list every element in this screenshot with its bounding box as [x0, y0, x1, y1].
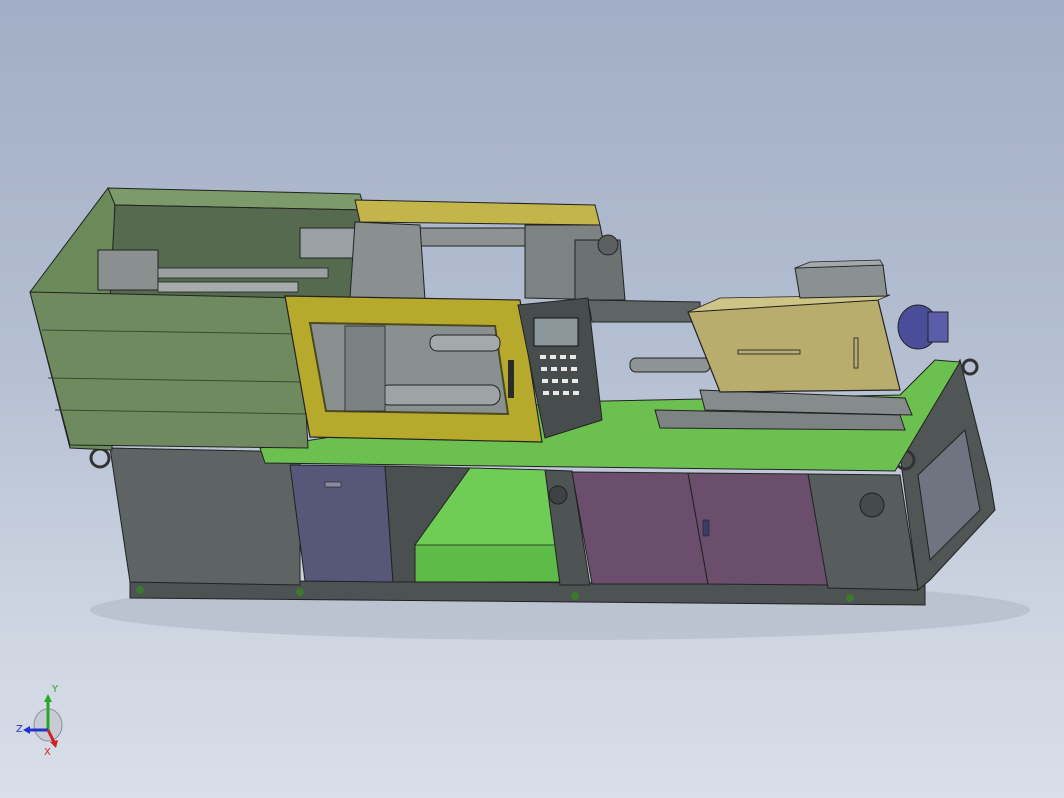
- guard-handle[interactable]: [508, 360, 514, 398]
- base-bolt: [296, 588, 304, 596]
- tie-bar-frame-top: [354, 199, 601, 226]
- injection-molding-machine-model[interactable]: [0, 0, 1064, 798]
- column-hole: [548, 485, 568, 505]
- hopper-box: [794, 264, 888, 299]
- y-axis-arrowhead: [44, 694, 52, 702]
- controller-screen[interactable]: [533, 317, 579, 347]
- clamp-cover-front[interactable]: [29, 291, 309, 449]
- graphics-viewport[interactable]: Y Z X: [0, 0, 1064, 798]
- injection-rail-upper: [587, 299, 701, 323]
- lifting-lug-left: [89, 447, 111, 469]
- clamp-cylinder-block: [97, 249, 159, 291]
- z-axis-arrowhead: [23, 726, 30, 734]
- door-handle[interactable]: [324, 481, 342, 488]
- left-cabinet-door[interactable]: [289, 464, 394, 583]
- barrel-cover: [687, 299, 901, 393]
- stationary-platen: [349, 221, 426, 301]
- nozzle-gear: [597, 234, 619, 256]
- x-axis-arrowhead: [50, 740, 58, 748]
- tie-rod-upper: [157, 267, 329, 279]
- base-bolt: [846, 594, 854, 602]
- motor-end-cap: [927, 311, 949, 343]
- base-bolt: [136, 586, 144, 594]
- y-axis-label: Y: [51, 684, 59, 695]
- guard-window-tie-bar: [379, 384, 501, 406]
- panel-latch[interactable]: [702, 519, 710, 537]
- upper-tie-bar: [404, 227, 546, 247]
- lifting-lug-rear: [961, 358, 979, 376]
- right-cabinet-hole: [859, 492, 885, 518]
- tie-rod-lower: [157, 281, 299, 293]
- base-bolt: [571, 592, 579, 600]
- toggle-link: [299, 227, 361, 259]
- left-lower-cabinet: [109, 447, 301, 586]
- mold-plate: [344, 325, 386, 412]
- view-orientation-triad[interactable]: Y Z X: [14, 680, 74, 760]
- purple-panel-left[interactable]: [571, 471, 709, 585]
- injection-cylinder: [629, 357, 711, 373]
- x-axis-label: X: [44, 747, 51, 758]
- z-axis-label: Z: [16, 724, 23, 735]
- guard-window-tie-bar-upper: [429, 334, 501, 352]
